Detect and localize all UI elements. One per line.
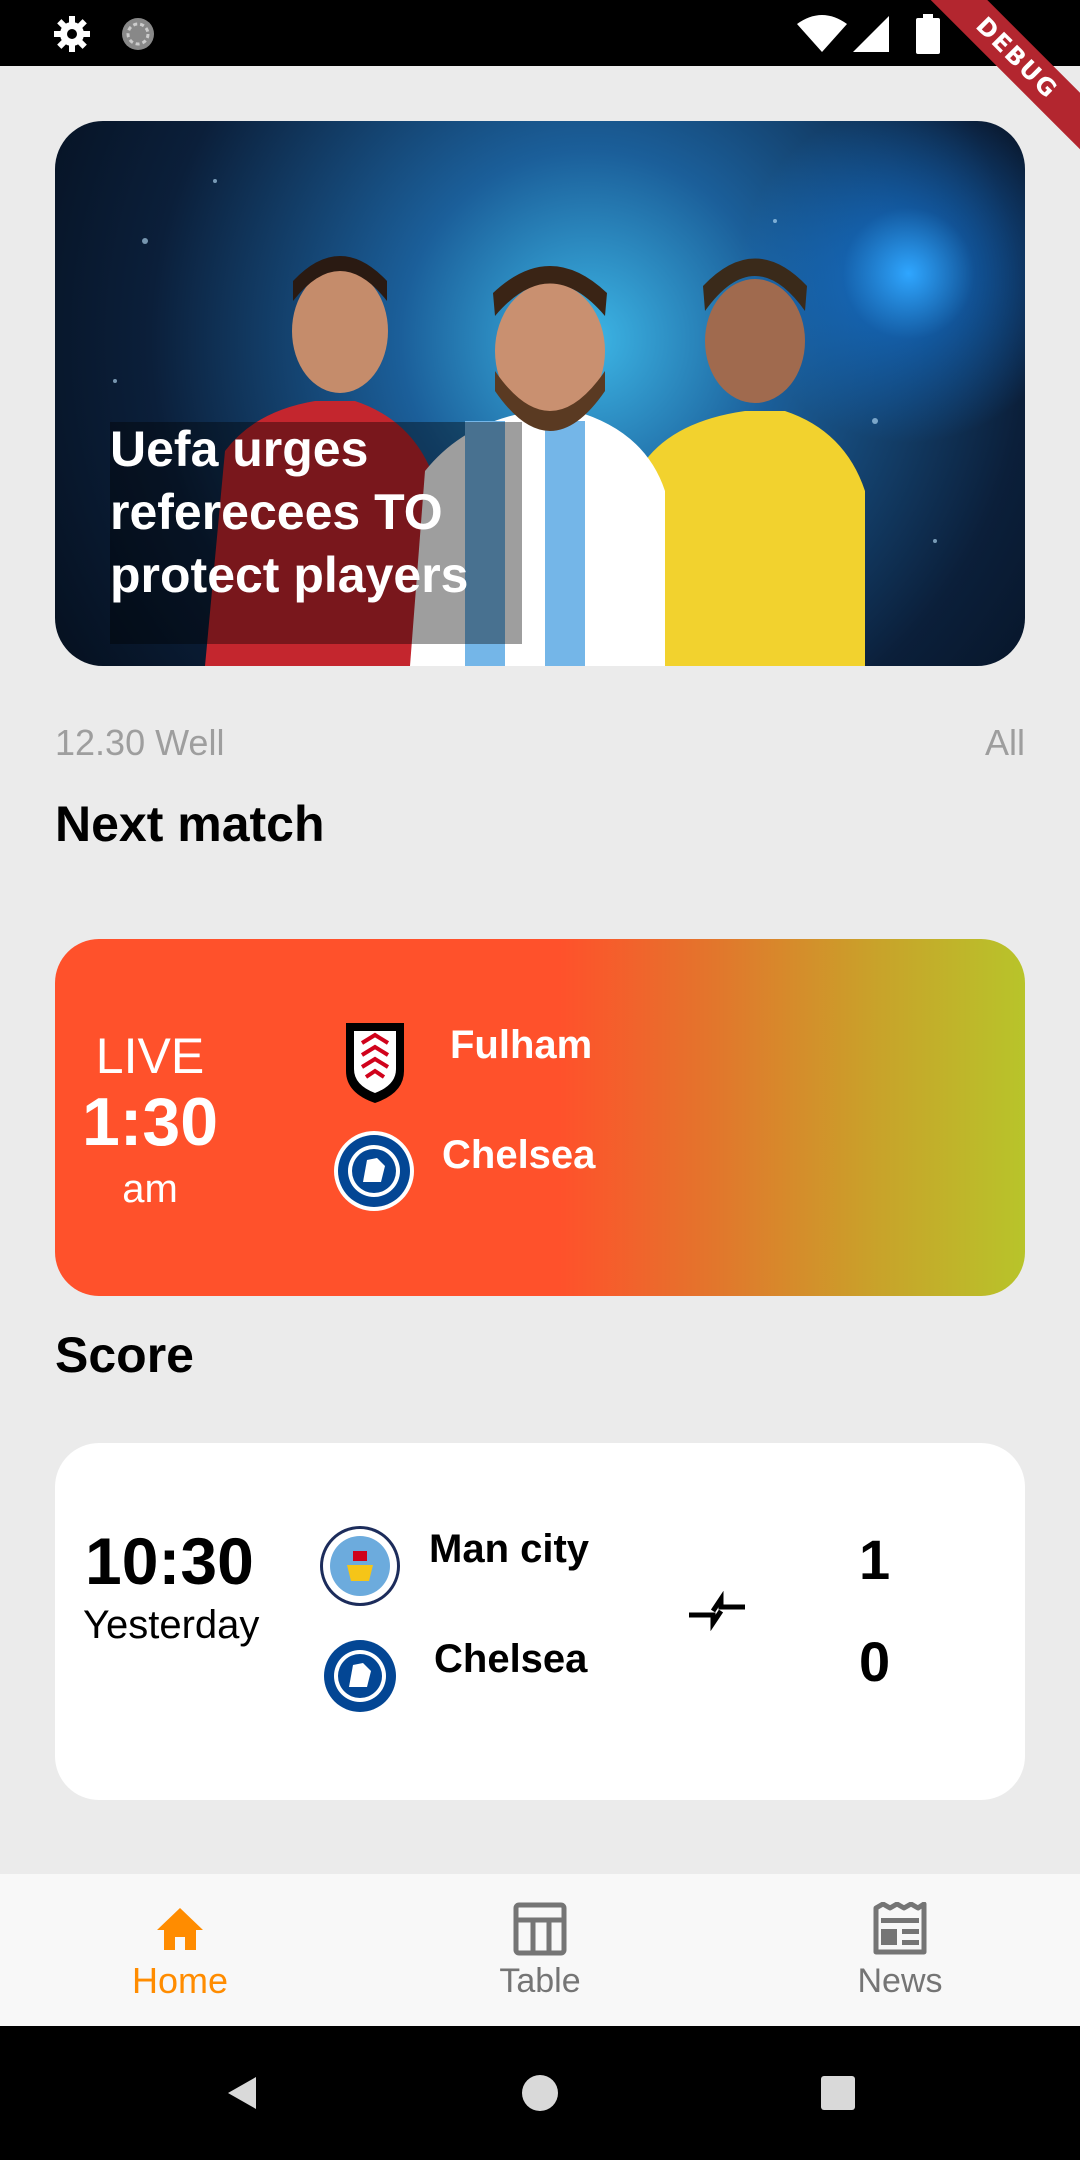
home-team-name: Fulham	[450, 1023, 593, 1067]
next-match-heading: Next match	[55, 796, 325, 852]
back-icon[interactable]	[222, 2073, 262, 2113]
recents-icon[interactable]	[818, 2073, 858, 2113]
away-team-name: Chelsea	[442, 1133, 596, 1177]
next-match-card[interactable]: LIVE 1:30 am Fulham Chelsea	[55, 939, 1025, 1296]
home-button-icon[interactable]	[520, 2073, 560, 2113]
home-icon	[157, 1908, 203, 1950]
signal-icon	[853, 16, 889, 52]
live-label: LIVE	[95, 1028, 205, 1084]
score-heading: Score	[55, 1327, 194, 1383]
versus-arrows-icon	[689, 1591, 745, 1631]
score-home-team: Man city	[429, 1527, 590, 1571]
nav-home[interactable]: Home	[0, 1874, 360, 2026]
system-navigation-bar	[0, 2026, 1080, 2160]
status-bar	[0, 0, 1080, 66]
nav-home-label: Home	[131, 1960, 229, 2001]
nav-news[interactable]: News	[720, 1874, 1080, 2026]
news-icon	[873, 1902, 927, 1955]
hero-title: Uefa urges referecees TO protect players	[110, 421, 469, 603]
score-time: 10:30	[85, 1524, 254, 1598]
chelsea-crest-icon	[320, 1636, 400, 1716]
score-card[interactable]: 10:30 Yesterday Man city Chelsea 1 0	[55, 1443, 1025, 1800]
match-time: 1:30	[81, 1084, 219, 1160]
nav-table[interactable]: Table	[360, 1874, 720, 2026]
match-ampm: am	[122, 1167, 178, 1211]
chelsea-crest-icon	[334, 1131, 414, 1211]
meta-date: 12.30 Well	[55, 722, 225, 763]
score-day: Yesterday	[83, 1603, 260, 1647]
settings-icon	[54, 16, 90, 52]
sync-icon	[122, 18, 154, 50]
score-away-team: Chelsea	[434, 1637, 588, 1681]
fulham-crest-icon	[346, 1023, 404, 1103]
nav-table-label: Table	[499, 1962, 581, 2000]
wifi-icon	[797, 15, 847, 52]
bottom-navigation: Home Table News	[0, 1874, 1080, 2026]
man-city-crest-icon	[320, 1526, 400, 1606]
nav-news-label: News	[857, 1962, 943, 2000]
table-icon	[513, 1902, 567, 1956]
view-all-link[interactable]: All	[985, 722, 1025, 764]
home-score: 1	[859, 1528, 891, 1591]
away-score: 0	[859, 1630, 891, 1693]
